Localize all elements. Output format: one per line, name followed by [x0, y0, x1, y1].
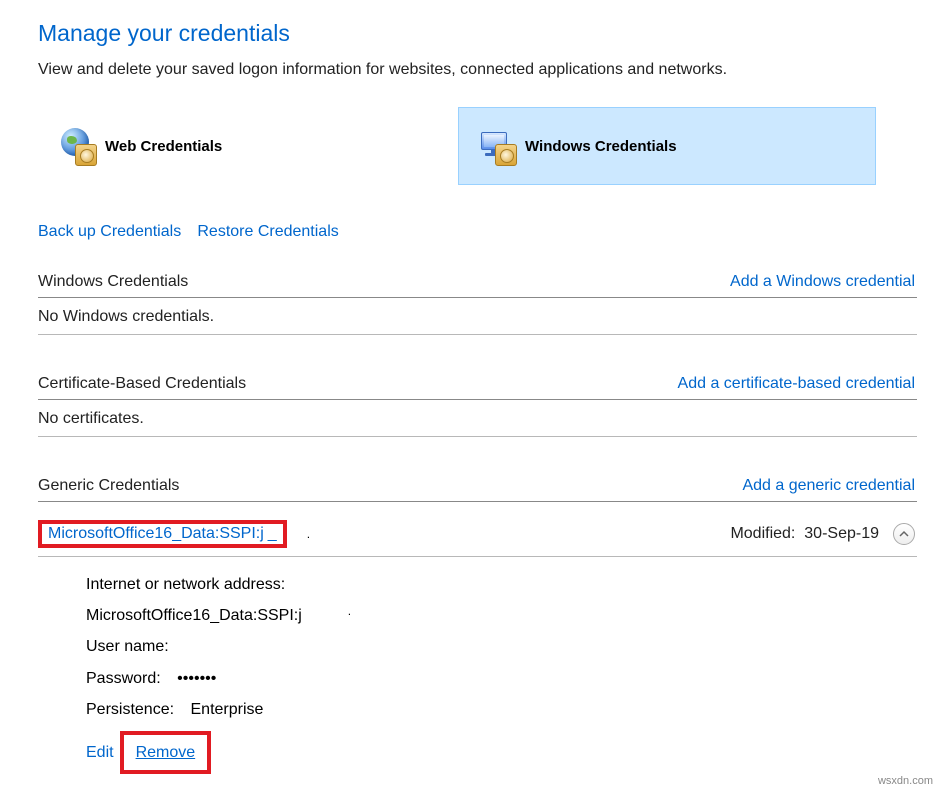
modified-info: Modified: 30-Sep-19: [730, 525, 885, 543]
section-header-cert: Certificate-Based Credentials Add a cert…: [38, 375, 917, 400]
page-title: Manage your credentials: [38, 20, 917, 47]
restore-credentials-link[interactable]: Restore Credentials: [197, 223, 338, 240]
web-credentials-icon: [57, 126, 97, 166]
credential-row[interactable]: MicrosoftOffice16_Data:SSPI:j _ . Modifi…: [38, 512, 917, 557]
remove-credential-link[interactable]: Remove: [136, 744, 196, 761]
password-label: Password: [86, 663, 161, 694]
tab-label: Web Credentials: [105, 138, 222, 155]
credential-actions: Edit Remove: [86, 731, 917, 774]
add-cert-credential-link[interactable]: Add a certificate-based credential: [678, 375, 915, 393]
section-header-generic: Generic Credentials Add a generic creden…: [38, 477, 917, 502]
persistence-label: Persistence: [86, 694, 174, 725]
backup-credentials-link[interactable]: Back up Credentials: [38, 223, 181, 240]
credential-tabs: Web Credentials Windows Credentials: [38, 107, 917, 185]
username-label: User name: [86, 631, 169, 662]
backup-restore-links: Back up Credentials Restore Credentials: [38, 223, 917, 241]
edit-credential-link[interactable]: Edit: [86, 737, 114, 768]
page-subtitle: View and delete your saved logon informa…: [38, 61, 917, 79]
windows-empty-message: No Windows credentials.: [38, 308, 917, 335]
windows-credentials-icon: [477, 126, 517, 166]
collapse-chevron-icon[interactable]: [893, 523, 915, 545]
section-header-windows: Windows Credentials Add a Windows creden…: [38, 273, 917, 298]
highlighted-credential-name: MicrosoftOffice16_Data:SSPI:j _: [38, 520, 287, 548]
password-value: •••••••: [177, 663, 216, 694]
add-windows-credential-link[interactable]: Add a Windows credential: [730, 273, 915, 291]
address-label: Internet or network address: [86, 569, 285, 600]
add-generic-credential-link[interactable]: Add a generic credential: [742, 477, 915, 495]
section-title: Generic Credentials: [38, 477, 179, 495]
truncation-dot: .: [287, 527, 310, 541]
modified-label: Modified:: [730, 525, 799, 542]
truncation-dot: .: [308, 600, 351, 631]
cert-empty-message: No certificates.: [38, 410, 917, 437]
modified-value: 30-Sep-19: [804, 525, 879, 542]
tab-web-credentials[interactable]: Web Credentials: [38, 107, 456, 185]
watermark: wsxdn.com: [878, 775, 933, 787]
tab-windows-credentials[interactable]: Windows Credentials: [458, 107, 876, 185]
section-title: Windows Credentials: [38, 273, 188, 291]
section-title: Certificate-Based Credentials: [38, 375, 246, 393]
credential-details: Internet or network address MicrosoftOff…: [38, 557, 917, 774]
tab-label: Windows Credentials: [525, 138, 677, 155]
address-value: MicrosoftOffice16_Data:SSPI:j: [86, 600, 302, 631]
credential-name-tail: _: [268, 525, 277, 543]
persistence-value: Enterprise: [191, 694, 264, 725]
credential-name-link[interactable]: MicrosoftOffice16_Data:SSPI:j: [48, 525, 264, 543]
highlighted-remove: Remove: [120, 731, 212, 774]
